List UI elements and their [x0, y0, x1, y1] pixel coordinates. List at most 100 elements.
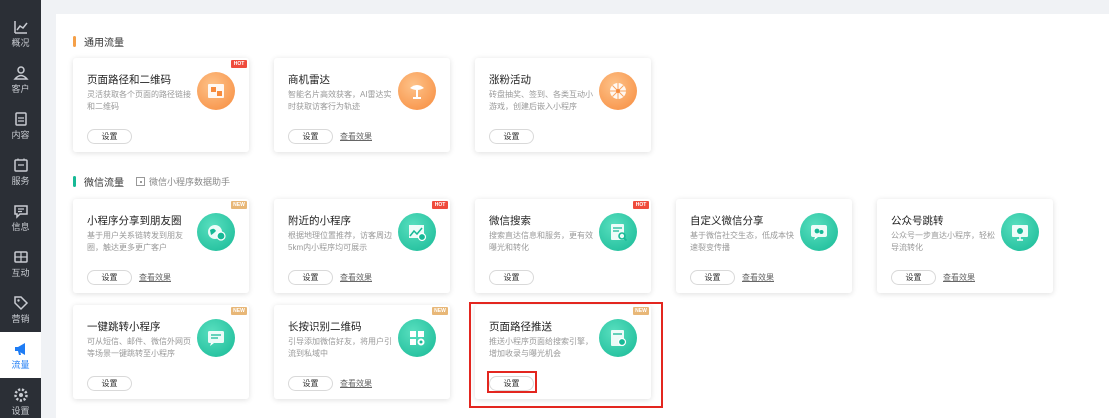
- card-description: 基于微信社交生态，低成本快速裂变传播: [690, 231, 794, 252]
- screen-link-icon: [1001, 213, 1039, 251]
- setup-button[interactable]: 设置: [489, 270, 534, 285]
- helper-label: 微信小程序数据助手: [149, 177, 231, 187]
- search-page-icon: [599, 213, 637, 251]
- radar-icon: [398, 72, 436, 110]
- sidebar-item-settings[interactable]: 设置: [0, 378, 41, 418]
- highlight-frame-button: [487, 371, 537, 393]
- sidebar-item-label: 营销: [11, 314, 30, 324]
- qrcode-page-icon: [197, 72, 235, 110]
- view-effect-link[interactable]: 查看效果: [139, 272, 171, 283]
- hot-badge: HOT: [432, 201, 448, 209]
- sidebar-item-label: 互动: [11, 268, 30, 278]
- megaphone-icon: [12, 340, 30, 358]
- setup-button[interactable]: 设置: [87, 376, 132, 391]
- new-badge: NEW: [432, 307, 448, 315]
- card-nearby-mini-program: HOT 附近的小程序 根据地理位置推荐，访客周边5km内小程序均可展示 设置 查…: [274, 199, 450, 293]
- chart-icon: [12, 18, 30, 36]
- view-effect-link[interactable]: 查看效果: [340, 131, 372, 142]
- map-icon: [398, 213, 436, 251]
- card-share-to-moments: NEW 小程序分享到朋友圈 基于用户关系链转发到朋友圈，触达更多更广客户 设置 …: [73, 199, 249, 293]
- sidebar-item-label: 概况: [11, 38, 30, 48]
- card-title: 一键跳转小程序: [87, 321, 161, 333]
- sidebar-item-overview[interactable]: 概况: [0, 10, 41, 56]
- card-description: 砖盘抽奖、签到、各类互动小游戏，创建后嵌入小程序: [489, 90, 593, 111]
- card-title: 页面路径和二维码: [87, 74, 171, 86]
- service-icon: [12, 156, 30, 174]
- gear-icon: [12, 386, 30, 404]
- card-description: 智能名片高效获客，AI雷达实时获取访客行为轨迹: [288, 90, 392, 111]
- setup-button[interactable]: 设置: [690, 270, 735, 285]
- card-description: 引导添加微信好友，将用户引流到私域中: [288, 337, 392, 358]
- card-title: 长按识别二维码: [288, 321, 362, 333]
- sidebar-item-content[interactable]: 内容: [0, 102, 41, 148]
- setup-button[interactable]: 设置: [87, 129, 132, 144]
- qrcode-icon: [398, 319, 436, 357]
- sidebar-item-label: 内容: [11, 130, 30, 140]
- sidebar-item-messages[interactable]: 信息: [0, 194, 41, 240]
- lottery-wheel-icon: [599, 72, 637, 110]
- view-effect-link[interactable]: 查看效果: [742, 272, 774, 283]
- chat-link-icon: [197, 319, 235, 357]
- section-accent-bar: [73, 36, 76, 47]
- card-description: 基于用户关系链转发到朋友圈，触达更多更广客户: [87, 231, 183, 252]
- mini-program-data-helper-link[interactable]: 微信小程序数据助手: [136, 175, 230, 188]
- sidebar-item-label: 流量: [11, 360, 30, 370]
- card-description: 公众号一步直达小程序，轻松导流转化: [891, 231, 995, 252]
- card-title: 附近的小程序: [288, 215, 351, 227]
- setup-button[interactable]: 设置: [288, 270, 333, 285]
- card-description: 可从短信、邮件、微信外网页等场景一键跳转至小程序: [87, 337, 191, 358]
- card-wechat-search: HOT 微信搜索 搜索直达信息和服务，更有效曝光和转化 设置: [475, 199, 651, 293]
- hot-badge: HOT: [633, 201, 649, 209]
- sidebar-item-interaction[interactable]: 互动: [0, 240, 41, 286]
- card-title: 小程序分享到朋友圈: [87, 215, 182, 227]
- card-custom-wechat-share: 自定义微信分享 基于微信社交生态，低成本快速裂变传播 设置 查看效果: [676, 199, 852, 293]
- tag-icon: [12, 294, 30, 312]
- user-icon: [12, 64, 30, 82]
- main-panel: 通用流量 HOT 页面路径和二维码 灵活获取各个页面的路径链接和二维码 设置 商…: [56, 14, 1109, 418]
- card-page-path-qrcode: HOT 页面路径和二维码 灵活获取各个页面的路径链接和二维码 设置: [73, 58, 249, 152]
- sidebar-item-label: 服务: [11, 176, 30, 186]
- card-one-click-jump: NEW 一键跳转小程序 可从短信、邮件、微信外网页等场景一键跳转至小程序 设置: [73, 305, 249, 399]
- hot-badge: HOT: [231, 60, 247, 68]
- card-description: 灵活获取各个页面的路径链接和二维码: [87, 90, 191, 111]
- card-long-press-qrcode: NEW 长按识别二维码 引导添加微信好友，将用户引流到私域中 设置 查看效果: [274, 305, 450, 399]
- card-title: 涨粉活动: [489, 74, 531, 86]
- section-title-text: 微信流量: [84, 178, 124, 189]
- sidebar-item-label: 设置: [11, 406, 30, 416]
- document-icon: [12, 110, 30, 128]
- card-description: 根据地理位置推荐，访客周边5km内小程序均可展示: [288, 231, 392, 252]
- card-fan-growth: 涨粉活动 砖盘抽奖、签到、各类互动小游戏，创建后嵌入小程序 设置: [475, 58, 651, 152]
- setup-button[interactable]: 设置: [288, 129, 333, 144]
- interaction-icon: [12, 248, 30, 266]
- view-effect-link[interactable]: 查看效果: [340, 378, 372, 389]
- section-accent-bar: [73, 176, 76, 187]
- sidebar-item-service[interactable]: 服务: [0, 148, 41, 194]
- sidebar-item-traffic[interactable]: 流量: [0, 332, 41, 378]
- card-title: 公众号跳转: [891, 215, 944, 227]
- view-effect-link[interactable]: 查看效果: [340, 272, 372, 283]
- section-title-text: 通用流量: [84, 38, 124, 49]
- setup-button[interactable]: 设置: [288, 376, 333, 391]
- sidebar: 概况 客户 内容 服务 信息 互动 营销 流量 设置: [0, 0, 41, 418]
- section-title-wechat: 微信流量 微信小程序数据助手: [73, 174, 230, 189]
- section-title-general: 通用流量: [73, 34, 124, 49]
- card-business-radar: 商机雷达 智能名片高效获客，AI雷达实时获取访客行为轨迹 设置 查看效果: [274, 58, 450, 152]
- setup-button[interactable]: 设置: [87, 270, 132, 285]
- new-badge: NEW: [231, 201, 247, 209]
- sidebar-item-label: 客户: [11, 84, 30, 94]
- wechat-chat-icon: [800, 213, 838, 251]
- setup-button[interactable]: 设置: [489, 129, 534, 144]
- view-effect-link[interactable]: 查看效果: [943, 272, 975, 283]
- card-title: 商机雷达: [288, 74, 330, 86]
- sidebar-item-label: 信息: [11, 222, 30, 232]
- new-badge: NEW: [231, 307, 247, 315]
- card-official-account-jump: 公众号跳转 公众号一步直达小程序，轻松导流转化 设置 查看效果: [877, 199, 1053, 293]
- sidebar-item-marketing[interactable]: 营销: [0, 286, 41, 332]
- sidebar-item-customers[interactable]: 客户: [0, 56, 41, 102]
- card-title: 自定义微信分享: [690, 215, 764, 227]
- qrcode-icon: [136, 177, 145, 186]
- setup-button[interactable]: 设置: [891, 270, 936, 285]
- message-icon: [12, 202, 30, 220]
- card-description: 搜索直达信息和服务，更有效曝光和转化: [489, 231, 593, 252]
- card-title: 微信搜索: [489, 215, 531, 227]
